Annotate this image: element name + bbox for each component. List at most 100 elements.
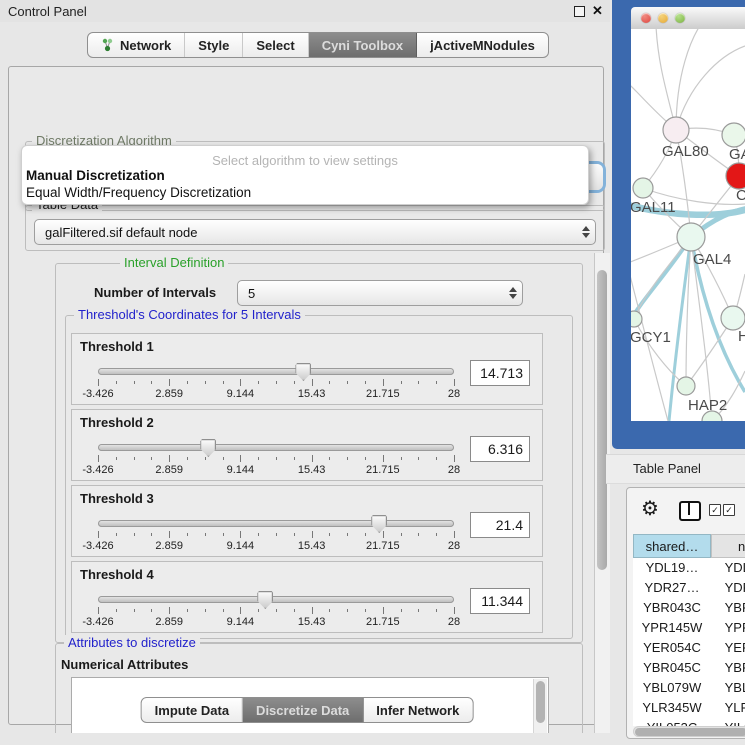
slider-tick-label: 28 (448, 464, 460, 476)
network-edge[interactable] (676, 46, 745, 130)
cell-name: YBL0 (715, 678, 745, 698)
settings-scrollbar[interactable] (594, 253, 610, 733)
tab-network[interactable]: Network (88, 33, 185, 57)
table-horizontal-scrollbar[interactable] (633, 726, 745, 737)
slider-tick-label: 28 (448, 616, 460, 628)
tab-label: Style (198, 38, 229, 53)
node-attribute-table: shared… n… YDL19… YDL1 YDR27… YDR2 YBR04… (633, 534, 745, 726)
table-data-combobox[interactable]: galFiltered.sif default node (34, 219, 596, 245)
slider-tick-label: 9.144 (227, 616, 255, 628)
slider-tick-labels: -3.4262.8599.14415.4321.71528 (98, 388, 454, 400)
slider-track[interactable] (98, 596, 454, 603)
slider-tick-label: 28 (448, 540, 460, 552)
scrollbar-thumb[interactable] (597, 270, 607, 570)
tab-impute-data[interactable]: Impute Data (142, 698, 243, 722)
network-window-titlebar[interactable] (631, 7, 745, 30)
network-node[interactable] (721, 306, 745, 330)
combobox-value: 5 (238, 286, 504, 301)
checkbox-icon[interactable]: ✓ (709, 504, 721, 516)
close-icon[interactable]: ✕ (592, 3, 603, 19)
numerical-attributes-label: Numerical Attributes (61, 657, 188, 672)
tab-jactivemnodules[interactable]: jActiveMNodules (417, 33, 548, 57)
scrollbar-thumb[interactable] (536, 681, 545, 723)
slider-track[interactable] (98, 368, 454, 375)
tab-discretize-data[interactable]: Discretize Data (243, 698, 363, 722)
cell-name: YBR0 (715, 658, 745, 678)
network-node[interactable] (633, 178, 653, 198)
table-rows: YDL19… YDL1 YDR27… YDR2 YBR043C YBR0 YPR… (633, 558, 745, 726)
table-row[interactable]: YBR043C YBR0 (633, 598, 745, 618)
slider-tick-label: 21.715 (366, 388, 400, 400)
table-row[interactable]: YPR145W YPR1 (633, 618, 745, 638)
scrollbar-thumb[interactable] (635, 728, 745, 736)
cell-name: YER0 (715, 638, 745, 658)
list-scrollbar[interactable] (533, 679, 547, 733)
table-row[interactable]: YBR045C YBR0 (633, 658, 745, 678)
column-header-name[interactable]: n… (711, 534, 745, 558)
column-header-shared-name[interactable]: shared… (633, 534, 711, 558)
minimize-traffic-icon[interactable] (658, 13, 668, 23)
tab-select[interactable]: Select (243, 33, 308, 57)
slider-track[interactable] (98, 520, 454, 527)
network-node[interactable] (726, 163, 745, 189)
threshold-panel: Threshold 3 -3.4262.8599.14415.4321.7152… (71, 485, 543, 557)
network-node-label: GCY1 (631, 329, 671, 346)
float-window-icon[interactable] (574, 6, 585, 17)
slider-tick-label: 2.859 (155, 540, 183, 552)
tab-cyni-toolbox[interactable]: Cyni Toolbox (309, 33, 417, 57)
checkbox-icon[interactable]: ✓ (723, 504, 735, 516)
slider-tick-label: 9.144 (227, 540, 255, 552)
combobox-value: galFiltered.sif default node (35, 225, 577, 240)
network-node[interactable] (631, 311, 642, 327)
table-row[interactable]: YBL079W YBL0 (633, 678, 745, 698)
cell-name: YIL0 (715, 718, 745, 726)
cell-shared-name: YBR045C (633, 658, 711, 678)
close-traffic-icon[interactable] (641, 13, 651, 23)
tab-label: Select (256, 38, 294, 53)
threshold-value-field[interactable]: 6.316 (470, 436, 530, 462)
dropdown-hint: Select algorithm to view settings (22, 153, 588, 168)
network-node[interactable] (677, 377, 695, 395)
tab-style[interactable]: Style (185, 33, 243, 57)
algorithm-dropdown-popup: Select algorithm to view settings Manual… (21, 145, 589, 205)
cell-name: YDL1 (715, 558, 745, 578)
dropdown-option-manual-discretization[interactable]: Manual Discretization (26, 168, 165, 183)
slider-tick-label: 15.43 (298, 616, 326, 628)
threshold-panel: Threshold 1 -3.4262.8599.14415.4321.7152… (71, 333, 543, 405)
tab-label: Cyni Toolbox (322, 38, 403, 53)
table-row[interactable]: YDL19… YDL1 (633, 558, 745, 578)
gear-icon[interactable]: ⚙ (641, 496, 659, 521)
columns-icon[interactable] (679, 501, 701, 521)
cell-name: YPR1 (715, 618, 745, 638)
network-node-label: GAL4 (693, 251, 731, 268)
slider-tick-label: 15.43 (298, 388, 326, 400)
table-row[interactable]: YLR345W YLR3 (633, 698, 745, 718)
slider-tick-label: -3.426 (82, 388, 113, 400)
slider-tick-label: -3.426 (82, 464, 113, 476)
network-view-window: GAL80GACGAL11GAL4GCY1HHAP2 (612, 0, 745, 449)
network-node[interactable] (677, 223, 705, 251)
threshold-value-field[interactable]: 21.4 (470, 512, 530, 538)
dropdown-option-equal-width-frequency[interactable]: Equal Width/Frequency Discretization (26, 185, 251, 200)
tab-infer-network[interactable]: Infer Network (363, 698, 472, 722)
table-row[interactable]: YDR27… YDR2 (633, 578, 745, 598)
network-canvas[interactable]: GAL80GACGAL11GAL4GCY1HHAP2 (631, 29, 745, 421)
slider-track[interactable] (98, 444, 454, 451)
slider-tick-label: 21.715 (366, 616, 400, 628)
slider-ticks (98, 455, 454, 463)
settings-scroll-area: Interval Definition Number of Intervals … (23, 253, 594, 733)
zoom-traffic-icon[interactable] (675, 13, 685, 23)
threshold-value-field[interactable]: 11.344 (470, 588, 530, 614)
network-node[interactable] (663, 117, 689, 143)
slider-ticks (98, 531, 454, 539)
network-node-label: H (738, 328, 745, 345)
network-node[interactable] (722, 123, 745, 147)
threshold-list: Threshold 1 -3.4262.8599.14415.4321.7152… (71, 333, 543, 637)
cyni-bottom-tabbar: Impute Data Discretize Data Infer Networ… (141, 697, 474, 723)
threshold-value-field[interactable]: 14.713 (470, 360, 530, 386)
table-row[interactable]: YER054C YER0 (633, 638, 745, 658)
number-of-intervals-combobox[interactable]: 5 (237, 280, 523, 306)
table-row[interactable]: YIL053C YIL0 (633, 718, 745, 726)
network-icon (101, 38, 114, 52)
network-edge[interactable] (676, 29, 701, 130)
